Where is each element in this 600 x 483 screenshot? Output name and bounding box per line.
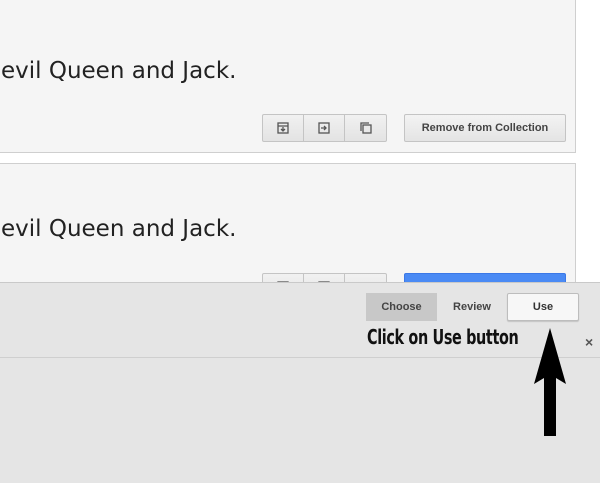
panel-divider [0,357,600,358]
use-button[interactable]: Use [507,293,579,321]
card-snippet-text: evil Queen and Jack. [1,216,237,242]
research-panel: Choose Review Use Click on Use button × [0,282,600,483]
search-result-card-1: evil Queen and Jack. Remove from Collect… [0,0,576,153]
card-icon-toolbar [262,114,387,142]
search-result-card-2: evil Queen and Jack. [0,163,576,303]
arrow-up-icon [534,328,566,436]
tab-choose[interactable]: Choose [366,293,437,321]
instruction-annotation: Click on Use button [367,325,519,349]
archive-icon[interactable] [263,115,304,141]
card-snippet-text: evil Queen and Jack. [1,58,237,84]
remove-from-collection-button[interactable]: Remove from Collection [404,114,566,142]
close-icon[interactable]: × [585,334,593,350]
move-icon[interactable] [304,115,345,141]
copy-icon[interactable] [345,115,386,141]
research-tabs: Choose Review Use [366,293,579,321]
tab-review[interactable]: Review [437,293,507,321]
